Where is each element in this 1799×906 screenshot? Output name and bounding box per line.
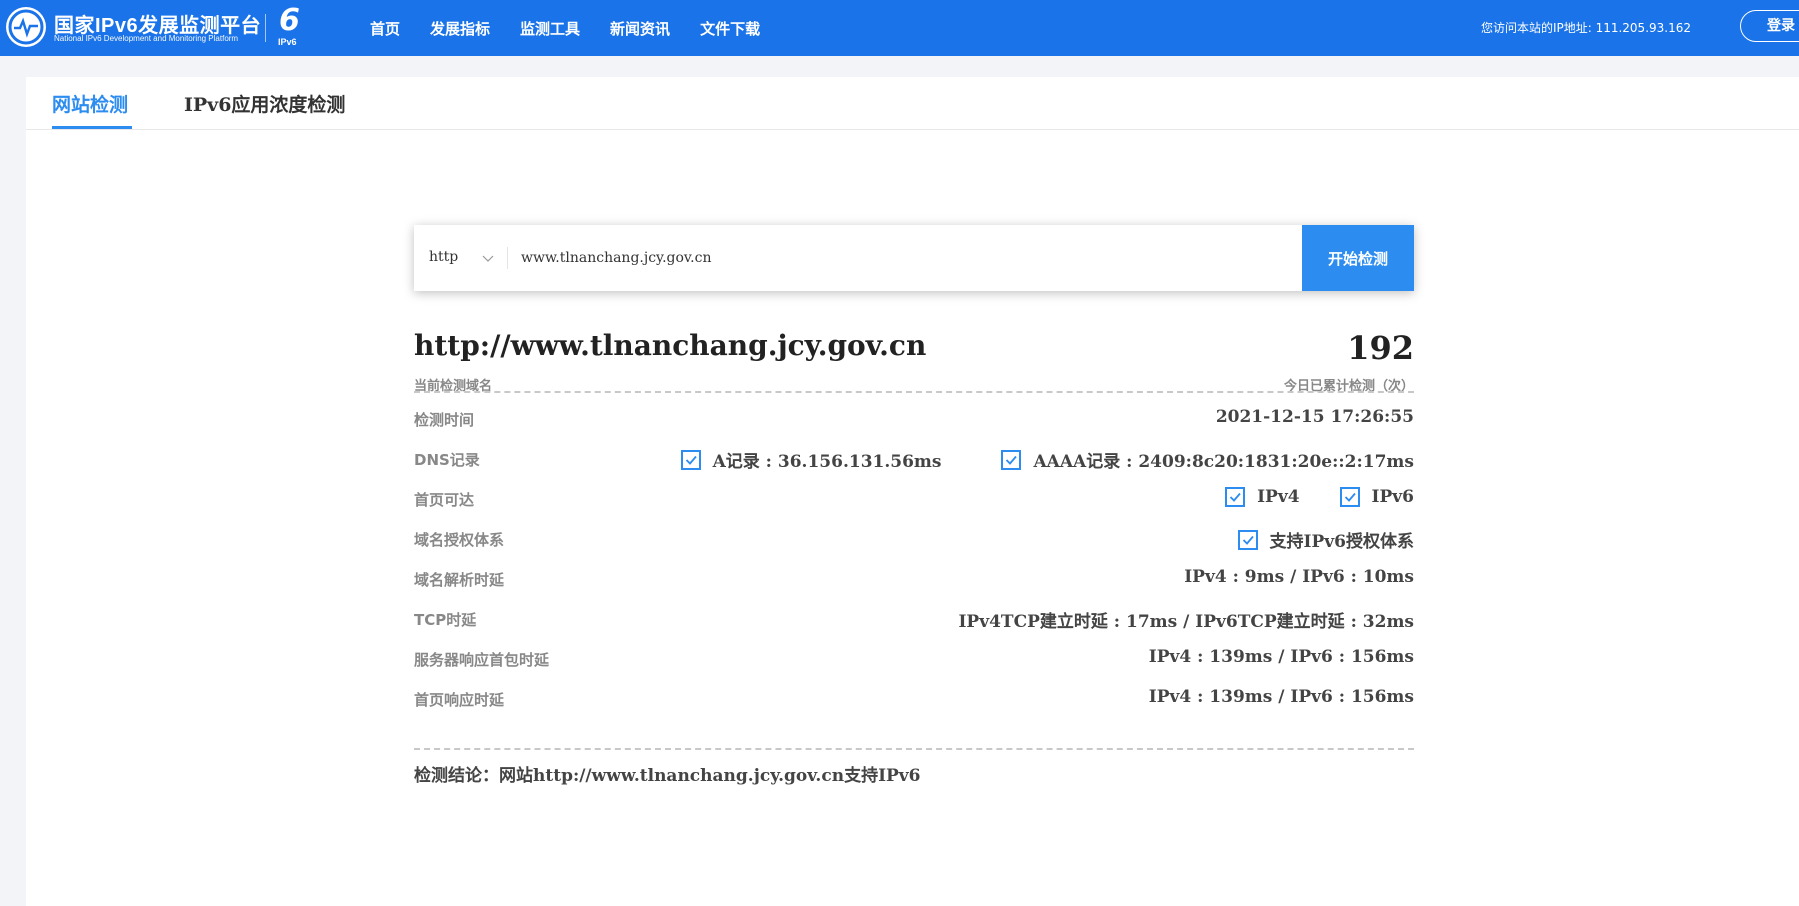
start-check-button[interactable]: 开始检测 [1302,225,1414,291]
row-value: IPv4TCP建立时延 : 17ms / IPv6TCP建立时延 : 32ms [958,612,1414,632]
nav-indicators[interactable]: 发展指标 [430,18,490,39]
main-card: 网站检测 IPv6应用浓度检测 http 开始检测 http://www.tln… [26,77,1799,906]
brand-english-name: National IPv6 Development and Monitoring… [54,34,239,43]
reachable-ipv6: IPv6 [1339,487,1414,507]
row-label: 首页可达 [414,491,475,509]
row-label: 检测时间 [414,411,475,429]
row-label: 域名授权体系 [414,531,505,549]
row-first-packet-latency: 服务器响应首包时延 IPv4 : 139ms / IPv6 : 156ms [414,647,1414,671]
checkbox-checked-icon [1225,487,1246,507]
top-header-bar: 国家IPv6发展监测平台 National IPv6 Development a… [0,0,1799,56]
row-value: IPv4 : 139ms / IPv6 : 156ms [1148,647,1414,667]
row-check-time: 检测时间 2021-12-15 17:26:55 [414,407,1414,431]
check-conclusion: 检测结论：网站http://www.tlnanchang.jcy.gov.cn支… [414,766,921,786]
row-tcp-latency: TCP时延 IPv4TCP建立时延 : 17ms / IPv6TCP建立时延 :… [414,607,1414,632]
dashed-divider-top [414,391,1414,393]
checked-domain: http://www.tlnanchang.jcy.gov.cn [414,329,927,362]
chevron-down-icon[interactable] [481,251,495,265]
row-dns: DNS记录 A记录 : 36.156.131.56ms AAAA记录 : 240… [414,447,1414,472]
checkbox-checked-icon [1237,529,1258,550]
url-search-box: http 开始检测 [414,225,1414,291]
row-homepage-reachable: 首页可达 IPv4 IPv6 [414,487,1414,511]
nav-monitor-tools[interactable]: 监测工具 [520,18,580,39]
dns-a-record: A记录 : 36.156.131.56ms [680,447,942,472]
auth-support-text: 支持IPv6授权体系 [1269,532,1414,552]
row-domain-auth: 域名授权体系 支持IPv6授权体系 [414,527,1414,552]
row-value: A记录 : 36.156.131.56ms AAAA记录 : 2409:8c20… [680,447,1414,472]
main-nav: 首页 发展指标 监测工具 新闻资讯 文件下载 [370,0,790,56]
dns-a-record-text: A记录 : 36.156.131.56ms [712,452,942,472]
dns-aaaa-record-text: AAAA记录 : 2409:8c20:1831:20e::2:17ms [1033,452,1414,472]
today-check-count: 192 [1347,329,1414,367]
url-input[interactable] [521,243,1271,273]
nav-news[interactable]: 新闻资讯 [610,18,670,39]
row-value: IPv4 : 139ms / IPv6 : 156ms [1148,687,1414,707]
login-button[interactable]: 登录 [1740,10,1799,42]
row-value: IPv4 : 9ms / IPv6 : 10ms [1184,567,1414,587]
ipv6-logo-icon: 6 IPv6 [278,3,300,48]
protocol-select[interactable]: http [429,249,458,265]
row-value: 支持IPv6授权体系 [1237,527,1414,552]
nav-downloads[interactable]: 文件下载 [700,18,760,39]
platform-logo-icon[interactable] [6,7,46,47]
row-label: 域名解析时延 [414,571,505,589]
nav-home[interactable]: 首页 [370,18,400,39]
row-resolve-latency: 域名解析时延 IPv4 : 9ms / IPv6 : 10ms [414,567,1414,591]
auth-support: 支持IPv6授权体系 [1237,527,1414,552]
row-value: IPv4 IPv6 [1225,487,1414,507]
ipv6-badge-label: IPv6 [278,37,297,47]
reachable-ipv4: IPv4 [1225,487,1300,507]
reachable-ipv4-text: IPv4 [1257,487,1300,507]
checkbox-checked-icon [1339,487,1360,507]
visitor-ip-text: 您访问本站的IP地址: 111.205.93.162 [1480,21,1691,35]
row-page-response-latency: 首页响应时延 IPv4 : 139ms / IPv6 : 156ms [414,687,1414,711]
tab-ipv6-concentration[interactable]: IPv6应用浓度检测 [184,90,345,117]
row-label: DNS记录 [414,451,480,469]
checkbox-checked-icon [1001,449,1022,470]
brand-divider [265,14,266,42]
checkbox-checked-icon [680,449,701,470]
dns-aaaa-record: AAAA记录 : 2409:8c20:1831:20e::2:17ms [1001,447,1414,472]
active-tab-indicator [52,126,132,129]
row-label: TCP时延 [414,611,477,629]
tab-bar: 网站检测 IPv6应用浓度检测 [26,77,1799,130]
tab-website-check[interactable]: 网站检测 [52,90,128,117]
reachable-ipv6-text: IPv6 [1371,487,1414,507]
dashed-divider-bottom [414,748,1414,750]
protocol-divider [507,247,508,269]
row-label: 服务器响应首包时延 [414,651,550,669]
row-label: 首页响应时延 [414,691,505,709]
row-value: 2021-12-15 17:26:55 [1215,407,1414,427]
